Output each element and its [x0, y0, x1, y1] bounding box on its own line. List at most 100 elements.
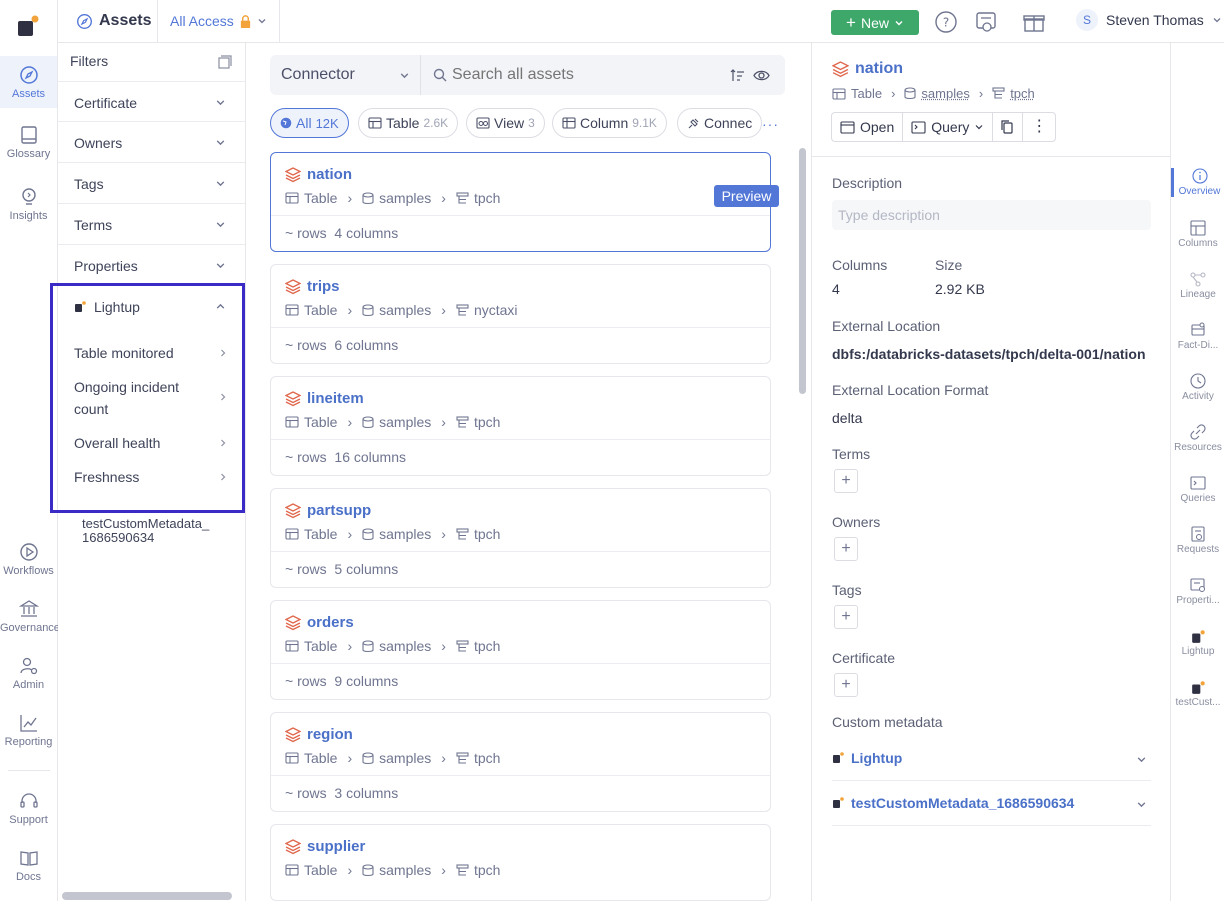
- clipboard-check-icon: [1191, 526, 1205, 542]
- tab-queries[interactable]: Queries: [1171, 475, 1224, 504]
- asset-schema[interactable]: tpch: [474, 414, 500, 430]
- filter-tags[interactable]: Tags: [58, 163, 245, 204]
- custom-metadata-test[interactable]: testCustomMetadata_1686590634: [832, 781, 1151, 826]
- filter-terms[interactable]: Terms: [58, 204, 245, 245]
- open-button[interactable]: Open: [831, 112, 904, 142]
- new-button[interactable]: + New: [831, 10, 919, 35]
- collapse-filters-button[interactable]: [218, 55, 232, 72]
- tab-test-custom-metadata[interactable]: testCust...: [1171, 681, 1224, 708]
- help-button[interactable]: ?: [934, 10, 958, 34]
- open-book-icon: [19, 851, 38, 866]
- asset-name[interactable]: trips: [285, 278, 340, 295]
- more-actions-button[interactable]: ⋮: [1022, 112, 1057, 142]
- asset-card[interactable]: partsupp Table › samples › tpch ~ rows 5 colum…: [270, 488, 771, 588]
- asset-name[interactable]: orders: [285, 614, 354, 631]
- custom-metadata-lightup[interactable]: Lightup: [832, 736, 1151, 781]
- chip-connection[interactable]: Connec: [677, 108, 763, 138]
- tab-activity[interactable]: Activity: [1171, 373, 1224, 402]
- asset-card[interactable]: region Table › samples › tpch ~ rows 3 columns: [270, 712, 771, 812]
- chip-table[interactable]: Table 2.6K: [358, 108, 459, 138]
- rail-item-admin[interactable]: Admin: [0, 656, 57, 691]
- rail-label: Assets: [11, 88, 45, 100]
- vertical-scrollbar[interactable]: [799, 148, 806, 394]
- add-owner-button[interactable]: +: [834, 537, 858, 561]
- chevron-right-icon: ›: [347, 302, 353, 318]
- rail-item-glossary[interactable]: Glossary: [0, 125, 57, 160]
- asset-database[interactable]: samples: [379, 414, 431, 430]
- tab-requests[interactable]: Requests: [1171, 526, 1224, 555]
- horizontal-scrollbar[interactable]: [62, 892, 232, 900]
- asset-card[interactable]: orders Table › samples › tpch ~ rows 9 columns: [270, 600, 771, 700]
- gift-button[interactable]: [1022, 10, 1046, 34]
- chip-all[interactable]: All 12K: [270, 108, 349, 138]
- asset-schema[interactable]: tpch: [474, 638, 500, 654]
- asset-name[interactable]: lineitem: [285, 390, 364, 407]
- search-input[interactable]: [452, 63, 722, 87]
- preview-button[interactable]: Preview: [714, 185, 779, 207]
- asset-name[interactable]: nation: [285, 166, 352, 183]
- rail-item-governance[interactable]: Governance: [0, 599, 60, 634]
- app-logo[interactable]: [15, 14, 41, 40]
- tab-lightup[interactable]: Lightup: [1171, 630, 1224, 657]
- copy-button[interactable]: [992, 112, 1024, 142]
- copy-icon: [1001, 120, 1013, 134]
- asset-database[interactable]: samples: [379, 750, 431, 766]
- rail-item-docs[interactable]: Docs: [0, 848, 57, 883]
- asset-schema[interactable]: tpch: [474, 190, 500, 206]
- add-term-button[interactable]: +: [834, 469, 858, 493]
- add-certificate-button[interactable]: +: [834, 673, 858, 697]
- requests-button[interactable]: [974, 10, 998, 34]
- asset-database[interactable]: samples: [379, 862, 431, 878]
- asset-schema[interactable]: nyctaxi: [474, 302, 518, 318]
- asset-path: Table › samples › tpch: [285, 750, 500, 766]
- connector-selector[interactable]: Connector: [281, 66, 410, 84]
- tab-lineage[interactable]: Lineage: [1171, 271, 1224, 300]
- chip-column[interactable]: Column 9.1K: [552, 108, 667, 138]
- databricks-icon: [285, 838, 301, 854]
- lightup-icon: [833, 752, 844, 763]
- filter-properties[interactable]: Properties: [58, 245, 245, 286]
- asset-name-text: trips: [307, 278, 340, 295]
- breadcrumb-schema[interactable]: tpch: [1010, 86, 1035, 101]
- tab-overview[interactable]: Overview: [1171, 168, 1224, 197]
- description-input[interactable]: Type description: [832, 200, 1151, 230]
- asset-name[interactable]: supplier: [285, 838, 365, 855]
- asset-name[interactable]: region: [285, 726, 353, 743]
- asset-title[interactable]: nation: [832, 60, 903, 78]
- rail-item-assets[interactable]: Assets: [0, 56, 57, 108]
- play-icon: [19, 543, 38, 561]
- rail-item-reporting[interactable]: Reporting: [0, 713, 57, 748]
- asset-card[interactable]: trips Table › samples › nyctaxi ~ rows 6 colum…: [270, 264, 771, 364]
- asset-name[interactable]: partsupp: [285, 502, 371, 519]
- chip-view[interactable]: View 3: [466, 108, 545, 138]
- breadcrumb-database[interactable]: samples: [921, 86, 969, 101]
- asset-card[interactable]: supplier Table › samples › tpch: [270, 824, 771, 901]
- rail-item-support[interactable]: Support: [0, 791, 57, 826]
- sort-icon[interactable]: [730, 68, 745, 83]
- access-selector[interactable]: All Access: [170, 13, 267, 29]
- query-button[interactable]: Query: [902, 112, 994, 142]
- filter-owners[interactable]: Owners: [58, 122, 245, 163]
- asset-database[interactable]: samples: [379, 526, 431, 542]
- asset-card[interactable]: lineitem Table › samples › tpch ~ rows 16 colu…: [270, 376, 771, 476]
- eye-icon[interactable]: [753, 68, 770, 83]
- filter-certificate[interactable]: Certificate: [58, 81, 245, 122]
- filter-custom-metadata[interactable]: testCustomMetadata_ 1686590634: [82, 517, 232, 545]
- asset-schema[interactable]: tpch: [474, 526, 500, 542]
- asset-schema[interactable]: tpch: [474, 750, 500, 766]
- tab-columns[interactable]: Columns: [1171, 220, 1224, 249]
- divider: [279, 0, 280, 42]
- more-chips-button[interactable]: ···: [762, 116, 779, 132]
- tab-properties[interactable]: Properti...: [1171, 577, 1224, 606]
- asset-database[interactable]: samples: [379, 302, 431, 318]
- add-tag-button[interactable]: +: [834, 605, 858, 629]
- asset-database[interactable]: samples: [379, 190, 431, 206]
- tab-fact-dimension[interactable]: Fact-Di...: [1171, 322, 1224, 351]
- rail-item-workflows[interactable]: Workflows: [0, 542, 57, 577]
- asset-schema[interactable]: tpch: [474, 862, 500, 878]
- user-menu[interactable]: S Steven Thomas: [1076, 9, 1222, 31]
- asset-card[interactable]: nation Table › samples › tpch ~ rows 4 columns: [270, 152, 771, 252]
- rail-item-insights[interactable]: Insights: [0, 187, 57, 222]
- tab-resources[interactable]: Resources: [1171, 424, 1224, 453]
- asset-database[interactable]: samples: [379, 638, 431, 654]
